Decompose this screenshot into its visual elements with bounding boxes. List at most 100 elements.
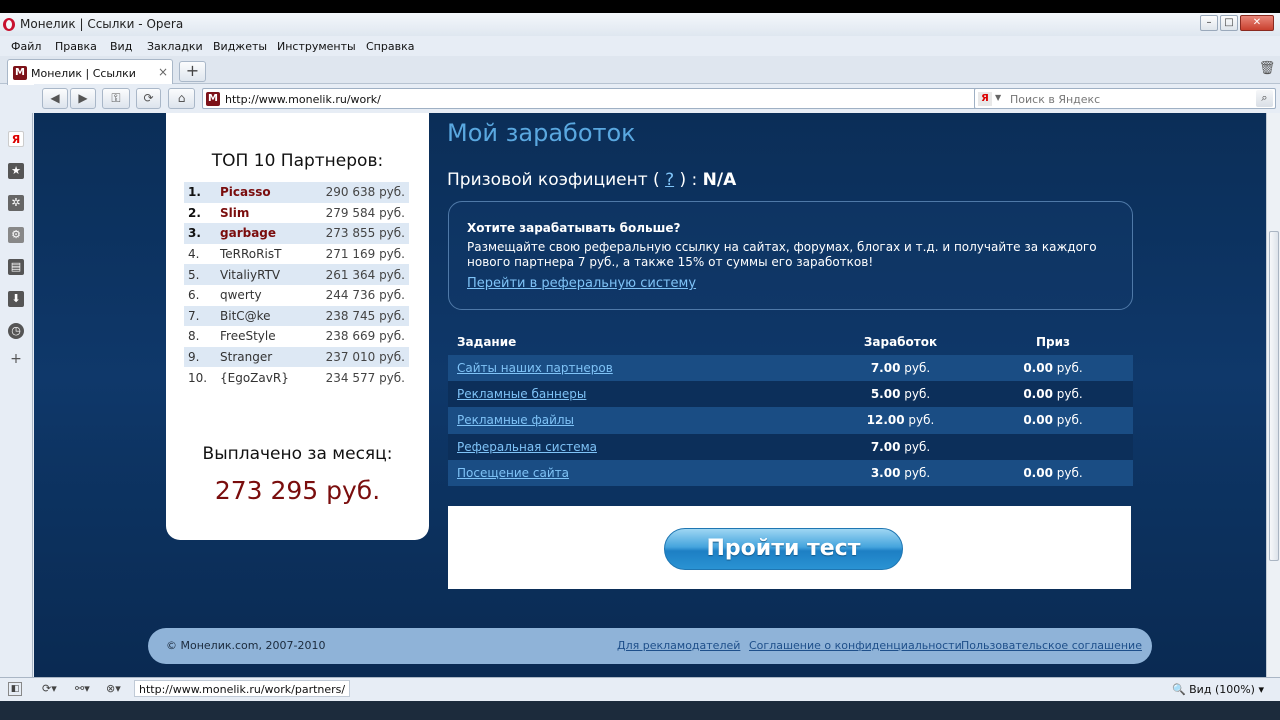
trash-icon[interactable]: 🗑 [1258,61,1276,81]
table-row: 9. Stranger 237 010 руб. [184,346,409,368]
zoom-level[interactable]: 🔍 Вид (100%) ▾ [1172,683,1264,696]
table-row: 1. Picasso 290 638 руб. [184,182,409,203]
menu-file[interactable]: Файл [11,40,41,53]
partner-name: qwerty [220,288,262,303]
menu-help[interactable]: Справка [366,40,414,53]
menu-tools[interactable]: Инструменты [277,40,356,53]
currency: руб. [904,387,931,402]
back-button[interactable]: ◀ [42,88,68,109]
coef-value: N/A [702,170,737,190]
menu-edit[interactable]: Правка [55,40,97,53]
top-partners-title: ТОП 10 Партнеров: [211,151,384,171]
rank: 2. [188,205,201,220]
partners-table: 1. Picasso 290 638 руб. 2. Slim 279 584 руб.… [184,182,409,388]
site-favicon-icon: М [206,92,220,106]
scrollbar-thumb[interactable] [1269,231,1279,561]
task-link[interactable]: Посещение сайта [457,466,569,480]
partner-name: {EgoZavR} [220,370,289,385]
menu-bookmarks[interactable]: Закладки [147,40,203,53]
task-link[interactable]: Рекламные файлы [457,413,574,427]
currency: руб. [1056,465,1083,480]
partner-amount: 279 584 руб. [325,205,405,220]
forward-button[interactable]: ▶ [70,88,96,109]
address-field[interactable]: М http://www.monelik.ru/work/ ▼ [202,88,999,109]
chevron-down-icon[interactable]: ▼ [995,93,1001,102]
widgets-icon[interactable]: ✲ [8,195,24,211]
prize-value: 0.00 [1023,465,1053,480]
table-row: 3. garbage 273 855 руб. [184,223,409,244]
home-button[interactable]: ⌂ [168,88,195,109]
copyright: © Монелик.com, 2007-2010 [166,639,326,652]
table-row: Реферальная система 7.00 руб. [448,433,1133,460]
prize-value: 0.00 [1023,361,1053,376]
task-link[interactable]: Сайты наших партнеров [457,361,613,375]
currency: руб. [904,361,931,376]
coef-help-link[interactable]: ? [665,170,674,190]
browser-window: Монелик | Ссылки - Opera – □ ✕ Файл Прав… [0,13,1280,720]
partner-amount: 290 638 руб. [325,185,405,200]
minimize-button[interactable]: – [1200,15,1218,31]
add-panel-icon[interactable]: + [8,351,24,367]
task-link[interactable]: Рекламные баннеры [457,387,586,401]
search-icon[interactable]: ⌕ [1256,90,1273,107]
partner-name: garbage [220,226,277,241]
unite-icon[interactable]: ⚙ [8,227,24,243]
task-link[interactable]: Реферальная система [457,440,597,454]
partner-amount: 237 010 руб. [325,350,405,365]
vertical-scrollbar[interactable] [1266,113,1280,677]
column-header: Приз [1035,335,1070,349]
footer: © Монелик.com, 2007-2010 Для рекламодате… [148,628,1152,664]
downloads-icon[interactable]: ⬇ [8,291,24,307]
footer-link-privacy[interactable]: Соглашение о конфиденциальности [749,639,962,652]
promo-text: Размещайте свою реферальную ссылку на са… [467,240,1097,269]
take-test-button[interactable]: Пройти тест [664,528,903,570]
rank: 7. [188,308,200,323]
panel-toggle-icon[interactable]: ◧ [8,682,22,696]
menu-view[interactable]: Вид [110,40,132,53]
table-row: 6. qwerty 244 736 руб. [184,285,409,306]
partner-name: Slim [220,205,250,220]
sync-icon[interactable]: ⟳▾ [42,682,57,695]
notes-icon[interactable]: ▤ [8,259,24,275]
rank: 4. [188,247,200,262]
menu-widgets[interactable]: Виджеты [213,40,267,53]
address-toolbar: ◀ ▶ ⚿ ⟳ ⌂ М http://www.monelik.ru/work/ … [34,84,1280,112]
footer-link-advertisers[interactable]: Для рекламодателей [617,639,740,652]
tab-label: Монелик | Ссылки [31,67,136,80]
earn-value: 7.00 [870,439,901,454]
rank: 3. [188,226,201,241]
table-row: 7. BitC@ke 238 745 руб. [184,305,409,327]
referral-link[interactable]: Перейти в реферальную систему [467,276,696,291]
reload-button[interactable]: ⟳ [136,88,161,109]
rank: 9. [188,350,200,365]
paid-month-label: Выплачено за месяц: [202,444,393,464]
partner-name: FreeStyle [220,329,276,344]
column-header: Задание [457,335,517,349]
table-row: 2. Slim 279 584 руб. [184,203,409,224]
title-bar: Монелик | Ссылки - Opera – □ ✕ [0,13,1280,36]
side-panel: Я ★ ✲ ⚙ ▤ ⬇ ◷ + [0,113,33,677]
prize-value: 0.00 [1023,387,1053,402]
partner-amount: 273 855 руб. [325,226,405,241]
zoom-icon: 🔍 [1171,683,1186,696]
turbo-icon[interactable]: ⊗▾ [106,682,121,695]
key-icon[interactable]: ⚿ [102,88,130,109]
maximize-button[interactable]: □ [1220,15,1238,31]
new-tab-button[interactable]: + [179,61,206,82]
tab-close-icon[interactable]: × [158,65,168,79]
table-row: 8. FreeStyle 238 669 руб. [184,326,409,347]
table-row: Посещение сайта 3.00 руб. 0.00 руб. [448,459,1133,486]
search-field[interactable]: Я ▼ Поиск в Яндекс ⌕ [974,88,1276,109]
unite-status-icon[interactable]: ⚯▾ [75,682,90,695]
footer-link-terms[interactable]: Пользовательское соглашение [961,639,1142,652]
earn-value: 5.00 [870,387,901,402]
bookmarks-icon[interactable]: ★ [8,163,24,179]
yandex-icon[interactable]: Я [8,131,24,147]
partner-name: BitC@ke [220,308,271,323]
close-window-button[interactable]: ✕ [1240,15,1274,31]
tab-monelik[interactable]: М Монелик | Ссылки × [7,59,173,85]
column-header: Заработок [863,335,938,349]
yandex-icon[interactable]: Я [978,92,992,106]
history-icon[interactable]: ◷ [8,323,24,339]
prize-value: 0.00 [1023,413,1053,428]
